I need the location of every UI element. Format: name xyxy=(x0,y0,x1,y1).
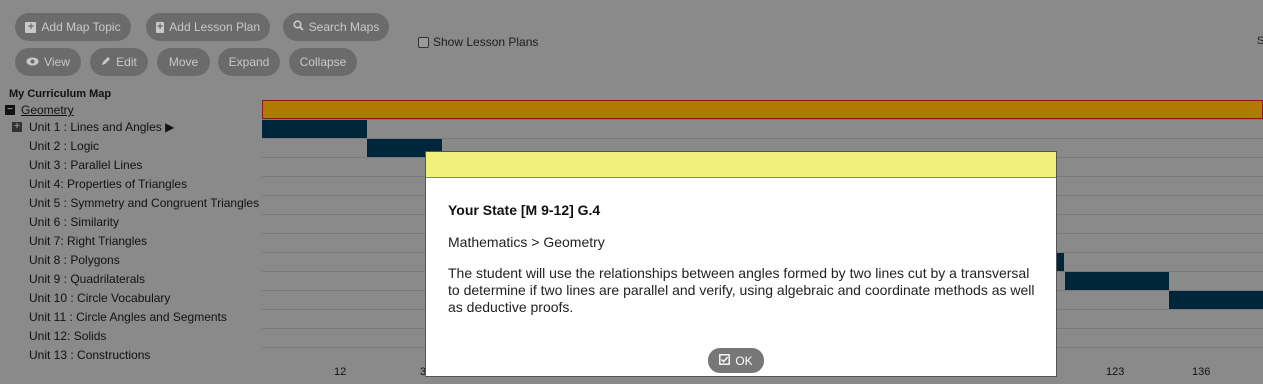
toolbar: + Add Map Topic + Add Lesson Plan Search… xyxy=(0,0,1263,80)
add-map-topic-button[interactable]: + Add Map Topic xyxy=(15,13,131,41)
plus-icon: + xyxy=(25,21,37,33)
standard-detail-dialog: Your State [M 9-12] G.4 Mathematics > Ge… xyxy=(425,151,1057,377)
axis-label: 12 xyxy=(334,366,347,378)
plus-icon: + xyxy=(156,20,165,33)
dialog-title: Your State [M 9-12] G.4 xyxy=(448,202,601,218)
tree-unit-item[interactable]: Unit 3 : Parallel Lines xyxy=(29,156,142,175)
tree-unit-item[interactable]: Unit 8 : Polygons xyxy=(29,251,120,270)
tree-unit-item[interactable]: Unit 1 : Lines and Angles ▶ xyxy=(29,118,174,137)
search-icon xyxy=(293,20,304,34)
search-maps-label: Search Maps xyxy=(308,20,380,34)
tree-unit-item[interactable]: Unit 7: Right Triangles xyxy=(29,232,147,251)
tree-root-geometry[interactable]: − Geometry xyxy=(5,103,74,117)
add-lesson-plan-label: Add Lesson Plan xyxy=(169,20,260,34)
dialog-breadcrumb: Mathematics > Geometry xyxy=(448,234,605,250)
tree-unit-item[interactable]: Unit 4: Properties of Triangles xyxy=(29,175,187,194)
expand-icon[interactable]: + xyxy=(12,122,22,132)
dialog-description: The student will use the relationships b… xyxy=(448,265,1035,315)
truncated-control: S xyxy=(1257,35,1263,47)
collapse-icon[interactable]: − xyxy=(5,105,15,115)
show-lesson-plans-checkbox[interactable] xyxy=(418,36,429,48)
unit-1-segment[interactable] xyxy=(262,120,367,138)
dialog-header xyxy=(426,152,1056,178)
move-label: Move xyxy=(168,55,199,69)
edit-button[interactable]: Edit xyxy=(90,48,148,76)
tree-root-label[interactable]: Geometry xyxy=(21,103,74,117)
axis-label: 136 xyxy=(1192,366,1211,378)
collapse-label: Collapse xyxy=(299,55,347,69)
geometry-bar[interactable] xyxy=(262,100,1263,119)
unit-10-segment[interactable] xyxy=(1169,291,1263,309)
view-button[interactable]: View xyxy=(15,48,81,76)
tree-unit-item[interactable]: Unit 5 : Symmetry and Congruent Triangle… xyxy=(29,194,259,213)
expand-label: Expand xyxy=(228,55,270,69)
add-lesson-plan-button[interactable]: + Add Lesson Plan xyxy=(146,13,270,41)
tree-unit-item[interactable]: Unit 2 : Logic xyxy=(29,137,99,156)
ok-label: OK xyxy=(735,353,753,368)
ok-button[interactable]: OK xyxy=(708,348,764,373)
show-lesson-plans-toggle[interactable]: Show Lesson Plans xyxy=(418,35,538,49)
tree-unit-item[interactable]: Unit 9 : Quadrilaterals xyxy=(29,270,145,289)
tree-unit-item[interactable]: Unit 11 : Circle Angles and Segments xyxy=(29,308,227,327)
add-map-topic-label: Add Map Topic xyxy=(41,20,121,34)
move-button[interactable]: Move xyxy=(157,48,210,76)
timeline-row xyxy=(262,119,1263,138)
show-lesson-plans-label: Show Lesson Plans xyxy=(433,35,539,49)
tree-unit-item[interactable]: Unit 10 : Circle Vocabulary xyxy=(29,289,170,308)
pencil-icon xyxy=(101,55,111,69)
view-label: View xyxy=(44,55,70,69)
edit-label: Edit xyxy=(116,55,137,69)
unit-9-segment[interactable] xyxy=(1065,272,1169,290)
tree-title: My Curriculum Map xyxy=(9,88,112,100)
tree-unit-item[interactable]: Unit 12: Solids xyxy=(29,327,106,346)
tree-unit-item[interactable]: Unit 13 : Constructions xyxy=(29,346,150,365)
tree-unit-item[interactable]: Unit 6 : Similarity xyxy=(29,213,119,232)
search-maps-button[interactable]: Search Maps xyxy=(283,13,389,41)
axis-label: 123 xyxy=(1106,366,1125,378)
expand-button[interactable]: Expand xyxy=(218,48,280,76)
eye-icon xyxy=(26,55,39,69)
check-square-icon xyxy=(719,353,731,368)
collapse-button[interactable]: Collapse xyxy=(289,48,357,76)
